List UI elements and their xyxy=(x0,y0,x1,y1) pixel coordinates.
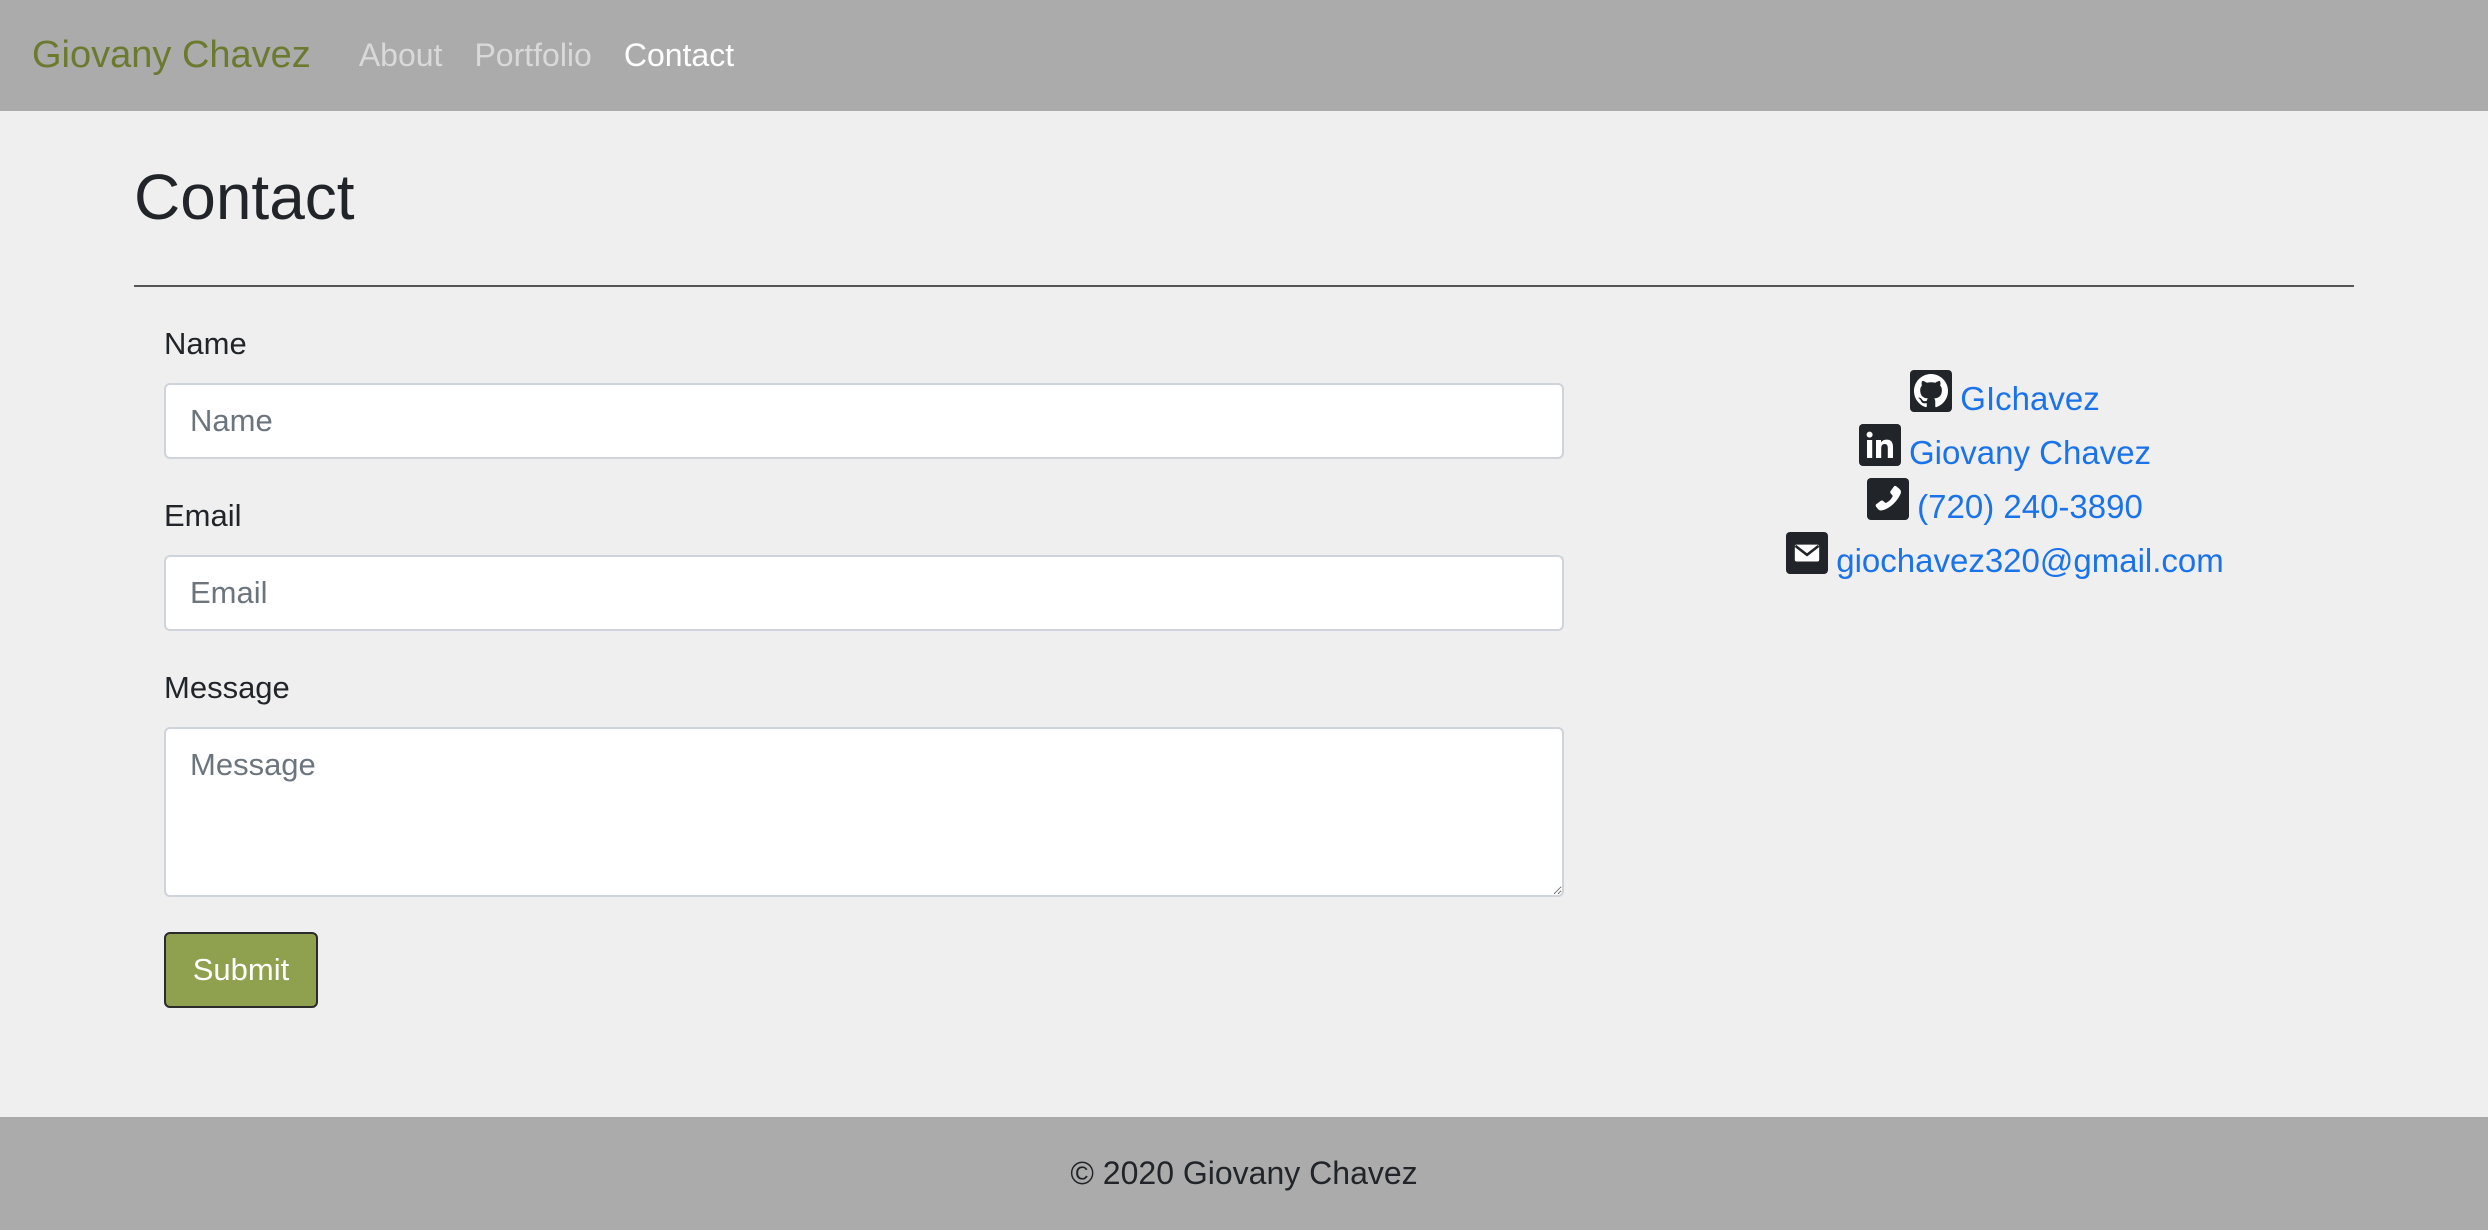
contact-links: GIchavez Giovany Chavez (720) 240-3890 g… xyxy=(1640,370,2370,588)
submit-button[interactable]: Submit xyxy=(164,932,318,1008)
navbar: Giovany Chavez About Portfolio Contact xyxy=(0,0,2488,111)
nav-link-contact[interactable]: Contact xyxy=(624,37,734,74)
copyright-text: © 2020 Giovany Chavez xyxy=(1070,1155,1418,1191)
page-title: Contact xyxy=(134,161,355,233)
linkedin-link[interactable]: Giovany Chavez xyxy=(1909,434,2151,472)
nav-link-portfolio[interactable]: Portfolio xyxy=(474,37,591,74)
footer: © 2020 Giovany Chavez xyxy=(0,1117,2488,1230)
email-input[interactable] xyxy=(164,555,1564,631)
nav-link-about[interactable]: About xyxy=(359,37,443,74)
github-link[interactable]: GIchavez xyxy=(1960,380,2099,418)
linkedin-icon xyxy=(1858,424,1901,466)
envelope-icon xyxy=(1786,532,1829,574)
brand-link[interactable]: Giovany Chavez xyxy=(32,34,311,77)
contact-row-email: giochavez320@gmail.com xyxy=(1640,532,2370,588)
contact-row-linkedin: Giovany Chavez xyxy=(1640,424,2370,480)
message-label: Message xyxy=(164,670,290,705)
phone-icon xyxy=(1867,478,1910,520)
contact-row-github: GIchavez xyxy=(1640,370,2370,426)
divider xyxy=(134,285,2354,287)
name-input[interactable] xyxy=(164,383,1564,459)
contact-row-phone: (720) 240-3890 xyxy=(1640,478,2370,534)
phone-link[interactable]: (720) 240-3890 xyxy=(1917,488,2143,526)
message-textarea[interactable] xyxy=(164,727,1564,897)
email-link[interactable]: giochavez320@gmail.com xyxy=(1836,542,2224,580)
github-icon xyxy=(1910,370,1953,412)
name-label: Name xyxy=(164,326,247,361)
email-label: Email xyxy=(164,498,242,533)
